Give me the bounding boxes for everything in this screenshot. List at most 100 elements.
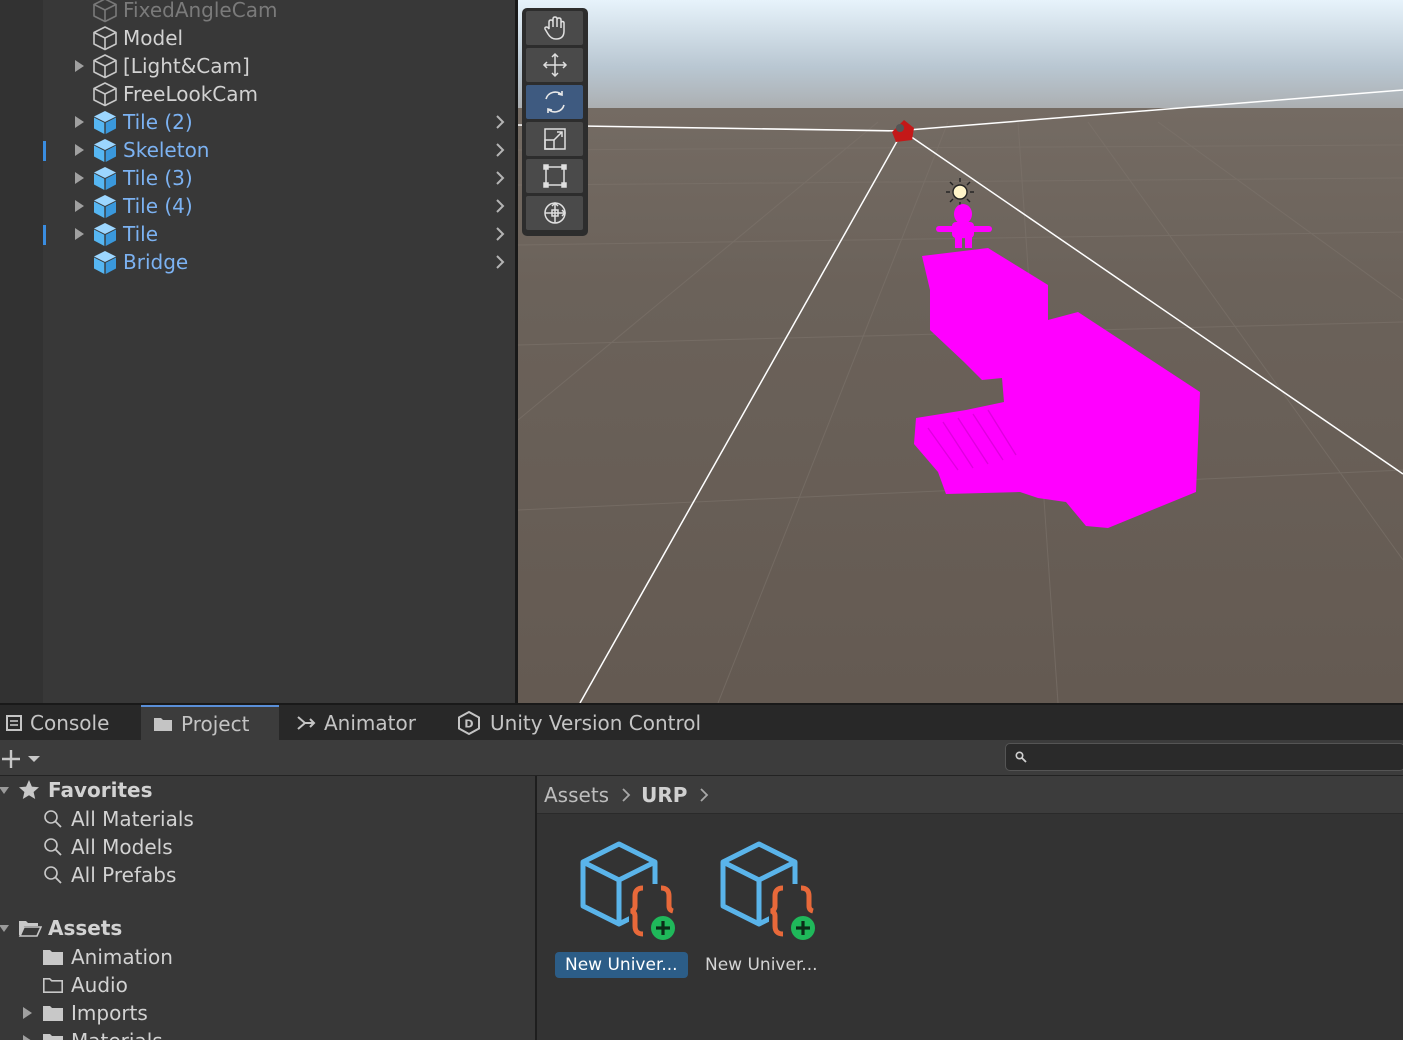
folder-icon	[154, 717, 172, 731]
asset-tile[interactable]: New Univer...	[695, 838, 835, 978]
asset-tile[interactable]: New Univer...	[555, 838, 695, 978]
favorites-item-label: All Models	[71, 835, 173, 859]
hierarchy-item[interactable]: Tile (2)	[0, 108, 515, 136]
fold-arrow-icon[interactable]	[72, 143, 86, 157]
hierarchy-item[interactable]: Tile (3)	[0, 164, 515, 192]
scale-tool-button[interactable]	[526, 122, 583, 156]
scene-viewport[interactable]	[518, 0, 1403, 703]
override-marker	[43, 225, 46, 245]
transform-tool-button[interactable]	[526, 196, 583, 230]
transform-tool-icon	[541, 199, 569, 227]
prefab-open-chevron-icon[interactable]	[492, 224, 508, 244]
animator-icon	[297, 715, 316, 730]
hierarchy-item-label: Model	[123, 26, 184, 50]
hierarchy-list: FixedAngleCam Model [Light&Cam] FreeLookCam…	[0, 0, 515, 276]
prefab-icon	[92, 249, 118, 275]
tab-console-label: Console	[30, 710, 110, 735]
folder-filled-icon	[41, 1001, 65, 1025]
fold-arrow-icon[interactable]	[20, 1034, 34, 1040]
tab-unity-version-control[interactable]: D Unity Version Control	[450, 705, 720, 740]
folder-item-label: Materials	[71, 1029, 163, 1040]
hierarchy-item-label: Skeleton	[123, 138, 210, 162]
folder-item[interactable]: Audio	[0, 971, 535, 999]
tab-console[interactable]: Console	[0, 705, 140, 740]
prefab-icon	[92, 193, 118, 219]
scene-tool-palette	[522, 8, 588, 236]
favorites-item[interactable]: All Models	[0, 833, 535, 861]
search-icon	[41, 835, 65, 859]
hierarchy-item[interactable]: Tile	[0, 220, 515, 248]
tree-assets[interactable]: Assets	[0, 914, 535, 942]
prefab-open-chevron-icon[interactable]	[492, 112, 508, 132]
move-tool-icon	[541, 51, 569, 79]
fold-arrow-icon[interactable]	[20, 1006, 34, 1020]
rotate-tool-icon	[541, 88, 569, 116]
plus-dropdown-icon	[2, 750, 40, 768]
hierarchy-item-label: [Light&Cam]	[123, 54, 250, 78]
prefab-icon	[92, 109, 118, 135]
folder-item-label: Audio	[71, 973, 128, 997]
hand-tool-button[interactable]	[526, 11, 583, 45]
bottom-tab-bar: Console Project Animator D Unity Version…	[0, 703, 1403, 740]
move-tool-button[interactable]	[526, 48, 583, 82]
tab-animator[interactable]: Animator	[290, 705, 440, 740]
override-marker	[43, 141, 46, 161]
hierarchy-item[interactable]: Tile (4)	[0, 192, 515, 220]
fold-arrow-icon[interactable]	[72, 171, 86, 185]
hierarchy-item[interactable]: Bridge	[0, 248, 515, 276]
prefab-open-chevron-icon[interactable]	[492, 252, 508, 272]
folder-item[interactable]: Imports	[0, 999, 535, 1027]
tab-uvc-label: Unity Version Control	[490, 710, 702, 735]
scene-view[interactable]	[518, 0, 1403, 703]
fold-arrow-icon[interactable]	[72, 59, 86, 73]
breadcrumb-urp[interactable]: URP	[641, 783, 687, 807]
hierarchy-item[interactable]: [Light&Cam]	[0, 52, 515, 80]
hierarchy-item[interactable]: FreeLookCam	[0, 80, 515, 108]
folder-item[interactable]: Animation	[0, 943, 535, 971]
fold-open-icon[interactable]	[0, 921, 11, 935]
breadcrumb-assets[interactable]: Assets	[544, 783, 609, 807]
urp-asset-icon	[577, 838, 677, 946]
assets-label: Assets	[48, 916, 123, 940]
prefab-open-chevron-icon[interactable]	[492, 168, 508, 188]
project-search-input[interactable]	[1005, 743, 1403, 771]
hierarchy-item-label: Tile (3)	[123, 166, 193, 190]
tree-favorites[interactable]: Favorites	[0, 776, 535, 804]
gameobject-icon	[92, 81, 118, 107]
hierarchy-item[interactable]: Skeleton	[0, 136, 515, 164]
prefab-icon	[92, 165, 118, 191]
hierarchy-item[interactable]: Model	[0, 24, 515, 52]
prefab-icon	[92, 221, 118, 247]
rect-tool-button[interactable]	[526, 159, 583, 193]
project-toolbar	[0, 740, 1403, 776]
fold-arrow-icon[interactable]	[72, 199, 86, 213]
favorites-item[interactable]: All Materials	[0, 805, 535, 833]
favorites-item[interactable]: All Prefabs	[0, 861, 535, 889]
scale-tool-icon	[542, 126, 568, 152]
asset-label: New Univer...	[555, 952, 688, 978]
fold-arrow-icon[interactable]	[72, 227, 86, 241]
folder-item[interactable]: Materials	[0, 1027, 535, 1040]
fold-open-icon[interactable]	[0, 783, 11, 797]
hierarchy-item[interactable]: FixedAngleCam	[0, 0, 515, 24]
console-icon	[6, 714, 22, 731]
favorites-label: Favorites	[48, 778, 153, 802]
version-control-icon: D	[458, 710, 480, 735]
hierarchy-item-label: FreeLookCam	[123, 82, 258, 106]
prefab-open-chevron-icon[interactable]	[492, 196, 508, 216]
breadcrumb-separator-icon[interactable]	[699, 787, 709, 803]
star-icon	[17, 778, 41, 802]
create-asset-button[interactable]	[0, 743, 46, 773]
rotate-tool-button[interactable]	[526, 85, 583, 119]
search-icon	[41, 863, 65, 887]
asset-label: New Univer...	[705, 955, 818, 975]
hierarchy-item-label: Bridge	[123, 250, 189, 274]
hierarchy-item-label: Tile	[123, 222, 159, 246]
prefab-icon	[92, 137, 118, 163]
hierarchy-item-label: Tile (2)	[123, 110, 193, 134]
folder-filled-icon	[41, 945, 65, 969]
prefab-open-chevron-icon[interactable]	[492, 140, 508, 160]
tab-project[interactable]: Project	[141, 705, 279, 740]
fold-arrow-icon[interactable]	[72, 115, 86, 129]
hierarchy-panel: FixedAngleCam Model [Light&Cam] FreeLookCam…	[0, 0, 515, 703]
